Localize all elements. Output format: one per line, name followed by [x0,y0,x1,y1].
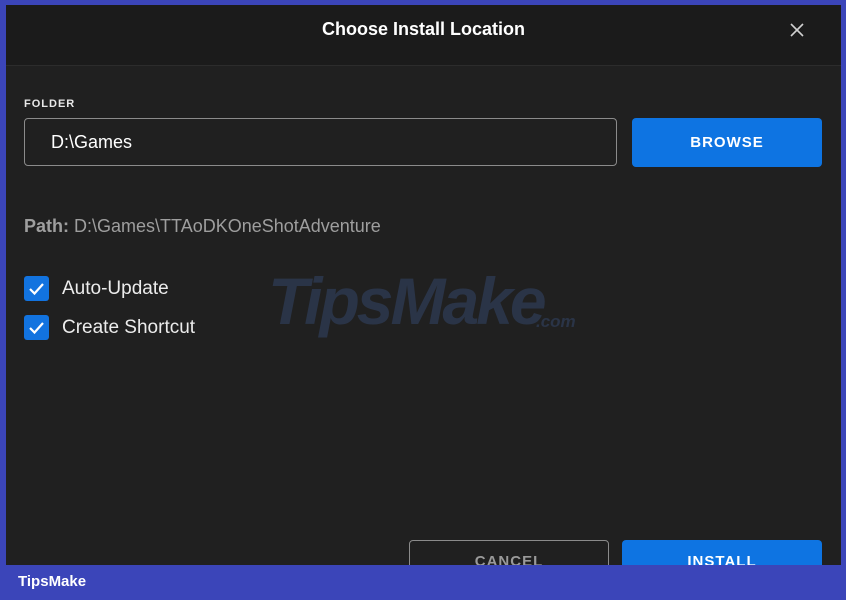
footer-brand: TipsMake [18,573,87,590]
install-location-dialog: Choose Install Location FOLDER BROWSE Pa… [6,5,841,565]
dialog-header: Choose Install Location [6,5,841,66]
folder-label: FOLDER [24,98,76,110]
path-label: Path: [24,216,69,236]
install-path: Path: D:\Games\TTAoDKOneShotAdventure [24,216,381,237]
cancel-button[interactable]: CANCEL [409,540,609,565]
browse-button[interactable]: BROWSE [632,118,822,167]
dialog-title: Choose Install Location [321,19,526,39]
watermark-suffix: .com [536,312,576,331]
path-value: D:\Games\TTAoDKOneShotAdventure [74,216,381,236]
create-shortcut-checkbox[interactable] [24,315,49,340]
close-icon [790,23,804,37]
auto-update-option[interactable]: Auto-Update [24,276,169,301]
watermark-logo: TipsMake .com [268,263,588,343]
auto-update-checkbox[interactable] [24,276,49,301]
auto-update-label: Auto-Update [62,277,169,299]
create-shortcut-label: Create Shortcut [62,316,196,338]
check-icon [29,283,44,296]
install-button[interactable]: INSTALL [622,540,822,565]
create-shortcut-option[interactable]: Create Shortcut [24,315,195,340]
watermark-text: TipsMake [268,264,547,338]
check-icon [29,322,44,335]
folder-input[interactable] [24,118,617,166]
close-button[interactable] [784,17,810,43]
